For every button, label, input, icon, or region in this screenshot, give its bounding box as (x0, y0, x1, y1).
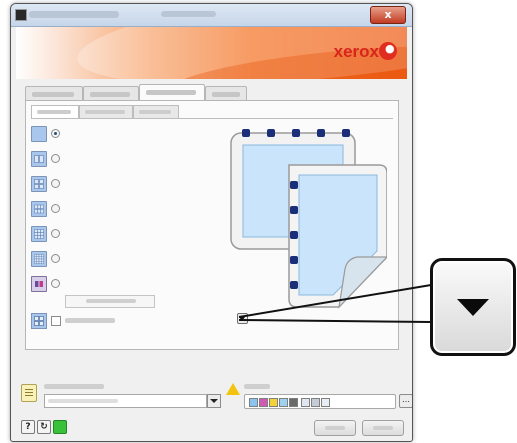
dropdown-arrow-icon (457, 299, 489, 316)
subtab-2[interactable] (79, 105, 133, 118)
layout-option-1[interactable] (31, 126, 81, 142)
summary-swatch-4 (279, 398, 288, 407)
status-indicator-icon[interactable] (53, 420, 67, 434)
layout-radio-1[interactable] (51, 129, 60, 138)
xerox-logo-text: xerox (333, 42, 379, 61)
close-button[interactable]: x (370, 6, 406, 24)
booklet-layout-icon (31, 276, 47, 292)
layout-radio-4[interactable] (51, 204, 60, 213)
saved-settings-dropdown-button[interactable] (207, 394, 221, 408)
subtab-3[interactable] (133, 105, 179, 118)
layout-option-7[interactable] (31, 276, 81, 292)
sixteen-up-layout-icon (31, 251, 47, 267)
page-borders-checkbox[interactable] (51, 316, 61, 326)
cancel-button[interactable] (362, 420, 404, 436)
summary-swatch-6 (301, 398, 310, 407)
two-up-layout-icon (31, 151, 47, 167)
app-icon (15, 9, 27, 21)
summary-swatch-7 (311, 398, 320, 407)
single-page-layout-icon (31, 126, 47, 142)
more-status-button[interactable]: … (399, 394, 412, 408)
layout-option-6[interactable] (31, 251, 81, 267)
page-layout-preview (227, 129, 389, 311)
saved-settings-combo[interactable] (44, 394, 207, 408)
six-up-layout-icon (31, 201, 47, 217)
zoom-callout (430, 258, 516, 356)
bottom-bar: … ? ↻ (16, 379, 412, 439)
ok-button[interactable] (314, 420, 356, 436)
layout-option-4[interactable] (31, 201, 81, 217)
reset-button[interactable]: ↻ (37, 420, 51, 434)
preview-dropdown-button[interactable] (237, 313, 248, 324)
warning-icon (226, 383, 240, 395)
tab-4[interactable] (205, 86, 247, 101)
layout-option-3[interactable] (31, 176, 81, 192)
summary-swatch-3 (269, 398, 278, 407)
tab-3-active[interactable] (139, 84, 205, 101)
title-bar: x (11, 4, 412, 27)
subtab-1-active[interactable] (31, 105, 79, 118)
status-label-blurred (244, 384, 270, 389)
summary-swatch-8 (321, 398, 330, 407)
layout-radio-7[interactable] (51, 279, 60, 288)
layout-radio-5[interactable] (51, 229, 60, 238)
booklet-settings-button[interactable] (65, 295, 155, 308)
window-title-blurred (29, 11, 119, 18)
tab-content-panel (25, 100, 399, 350)
four-up-layout-icon (31, 176, 47, 192)
nine-up-layout-icon (31, 226, 47, 242)
print-settings-window: x xerox … ? ↻ (10, 3, 413, 442)
page-layout-preview-icon (230, 129, 389, 309)
window-subtitle-blurred (161, 11, 216, 17)
subtab-divider (31, 118, 393, 121)
status-summary-box[interactable] (244, 394, 396, 409)
xerox-logo-icon (379, 42, 397, 60)
xerox-banner: xerox (16, 27, 407, 79)
help-button[interactable]: ? (21, 420, 35, 434)
summary-swatch-5 (289, 398, 298, 407)
layout-option-5[interactable] (31, 226, 81, 242)
layout-radio-6[interactable] (51, 254, 60, 263)
page-borders-icon (31, 313, 47, 329)
summary-swatch-1 (249, 398, 258, 407)
saved-settings-icon (21, 384, 37, 402)
tab-1[interactable] (25, 86, 83, 101)
layout-radio-2[interactable] (51, 154, 60, 163)
summary-swatch-2 (259, 398, 268, 407)
page-borders-label-blurred (65, 318, 115, 323)
page-borders-option[interactable] (31, 313, 141, 329)
saved-settings-label-blurred (44, 384, 104, 389)
tab-2[interactable] (83, 86, 139, 101)
layout-option-2[interactable] (31, 151, 81, 167)
layout-radio-3[interactable] (51, 179, 60, 188)
